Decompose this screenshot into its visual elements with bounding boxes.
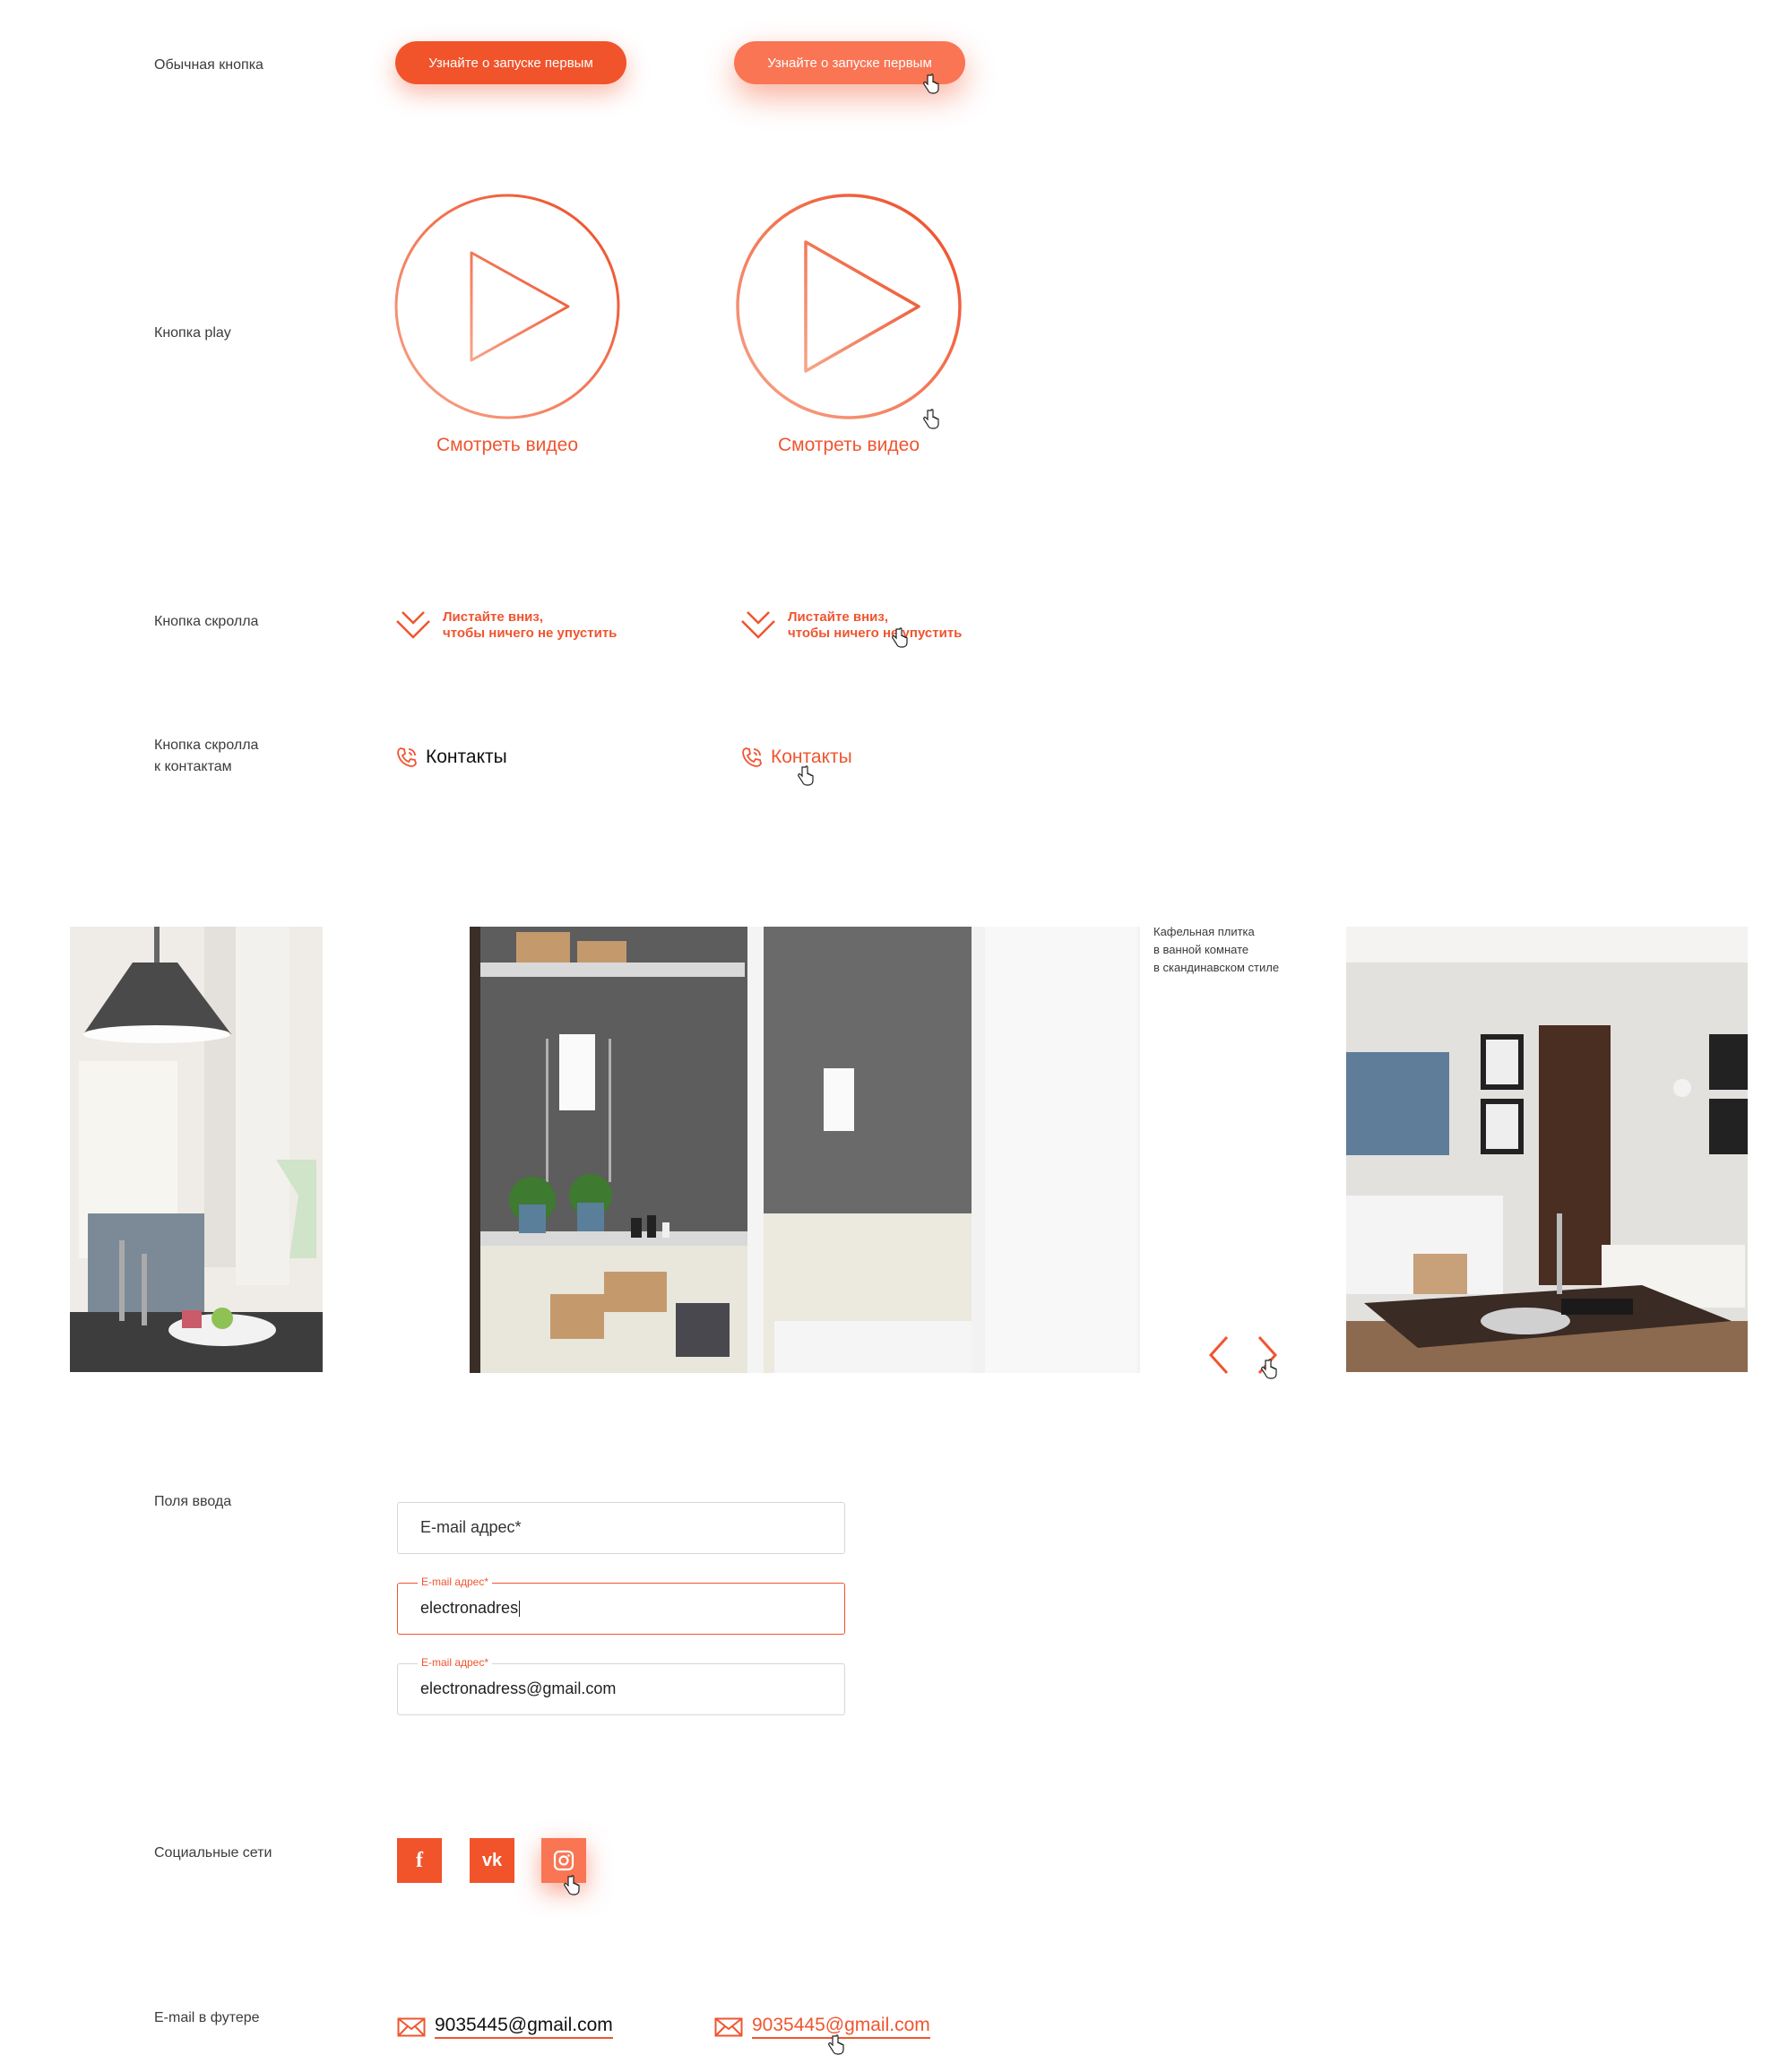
gallery-photo-bathroom: [470, 927, 1140, 1373]
envelope-icon: [397, 2017, 426, 2036]
email-field-typing[interactable]: E-mail адрес* electronadres: [397, 1576, 845, 1635]
scroll-hint-hover[interactable]: Листайте вниз, чтобы ничего не упустить: [788, 609, 962, 642]
contacts-button[interactable]: Контакты: [395, 746, 507, 769]
label-scroll-to-contacts: Кнопка скролла к контактам: [154, 738, 259, 774]
label-scroll-button: Кнопка скролла: [154, 614, 259, 629]
phone-icon: [742, 747, 762, 767]
scroll-hint[interactable]: Листайте вниз, чтобы ничего не упустить: [443, 609, 617, 642]
footer-email-link[interactable]: 9035445@gmail.com: [397, 2015, 613, 2039]
hand-cursor-icon: [923, 73, 939, 94]
hand-cursor-icon: [828, 2034, 844, 2055]
hand-cursor-icon: [892, 627, 908, 648]
label-footer-email: E-mail в футере: [154, 2010, 260, 2025]
gallery-photo-kitchen: [70, 927, 323, 1372]
chevron-down-icon[interactable]: [740, 609, 776, 641]
play-button[interactable]: [393, 192, 622, 421]
play-button-hover[interactable]: [734, 192, 963, 421]
hand-cursor-icon: [923, 409, 939, 429]
gallery-caption: Кафельная плитка в ванной комнате в скан…: [1153, 925, 1280, 974]
email-field-empty[interactable]: E-mail адрес*: [397, 1502, 845, 1554]
label-regular-button: Обычная кнопка: [154, 57, 263, 73]
email-field-filled[interactable]: E-mail адрес* electronadress@gmail.com: [397, 1656, 845, 1715]
play-caption[interactable]: Смотреть видео: [393, 435, 622, 456]
hand-cursor-icon: [798, 765, 814, 786]
gallery-photo-living-room: [1346, 927, 1748, 1372]
label-input-fields: Поля ввода: [154, 1494, 232, 1509]
instagram-icon: [553, 1850, 574, 1871]
label-play-button: Кнопка play: [154, 325, 231, 341]
phone-icon: [397, 747, 417, 767]
envelope-icon: [714, 2017, 743, 2036]
play-caption-hover[interactable]: Смотреть видео: [734, 435, 963, 456]
vk-button[interactable]: vk: [470, 1838, 514, 1883]
footer-email-link-hover[interactable]: 9035445@gmail.com: [714, 2015, 930, 2039]
arrow-left-icon[interactable]: [1205, 1334, 1232, 1377]
cta-button[interactable]: Узнайте о запуске первым: [395, 41, 626, 84]
hand-cursor-icon: [1261, 1359, 1277, 1379]
facebook-button[interactable]: f: [397, 1838, 442, 1883]
chevron-down-icon[interactable]: [395, 609, 431, 641]
label-social-networks: Социальные сети: [154, 1845, 272, 1860]
text-caret: [519, 1601, 521, 1618]
hand-cursor-icon: [564, 1875, 580, 1895]
